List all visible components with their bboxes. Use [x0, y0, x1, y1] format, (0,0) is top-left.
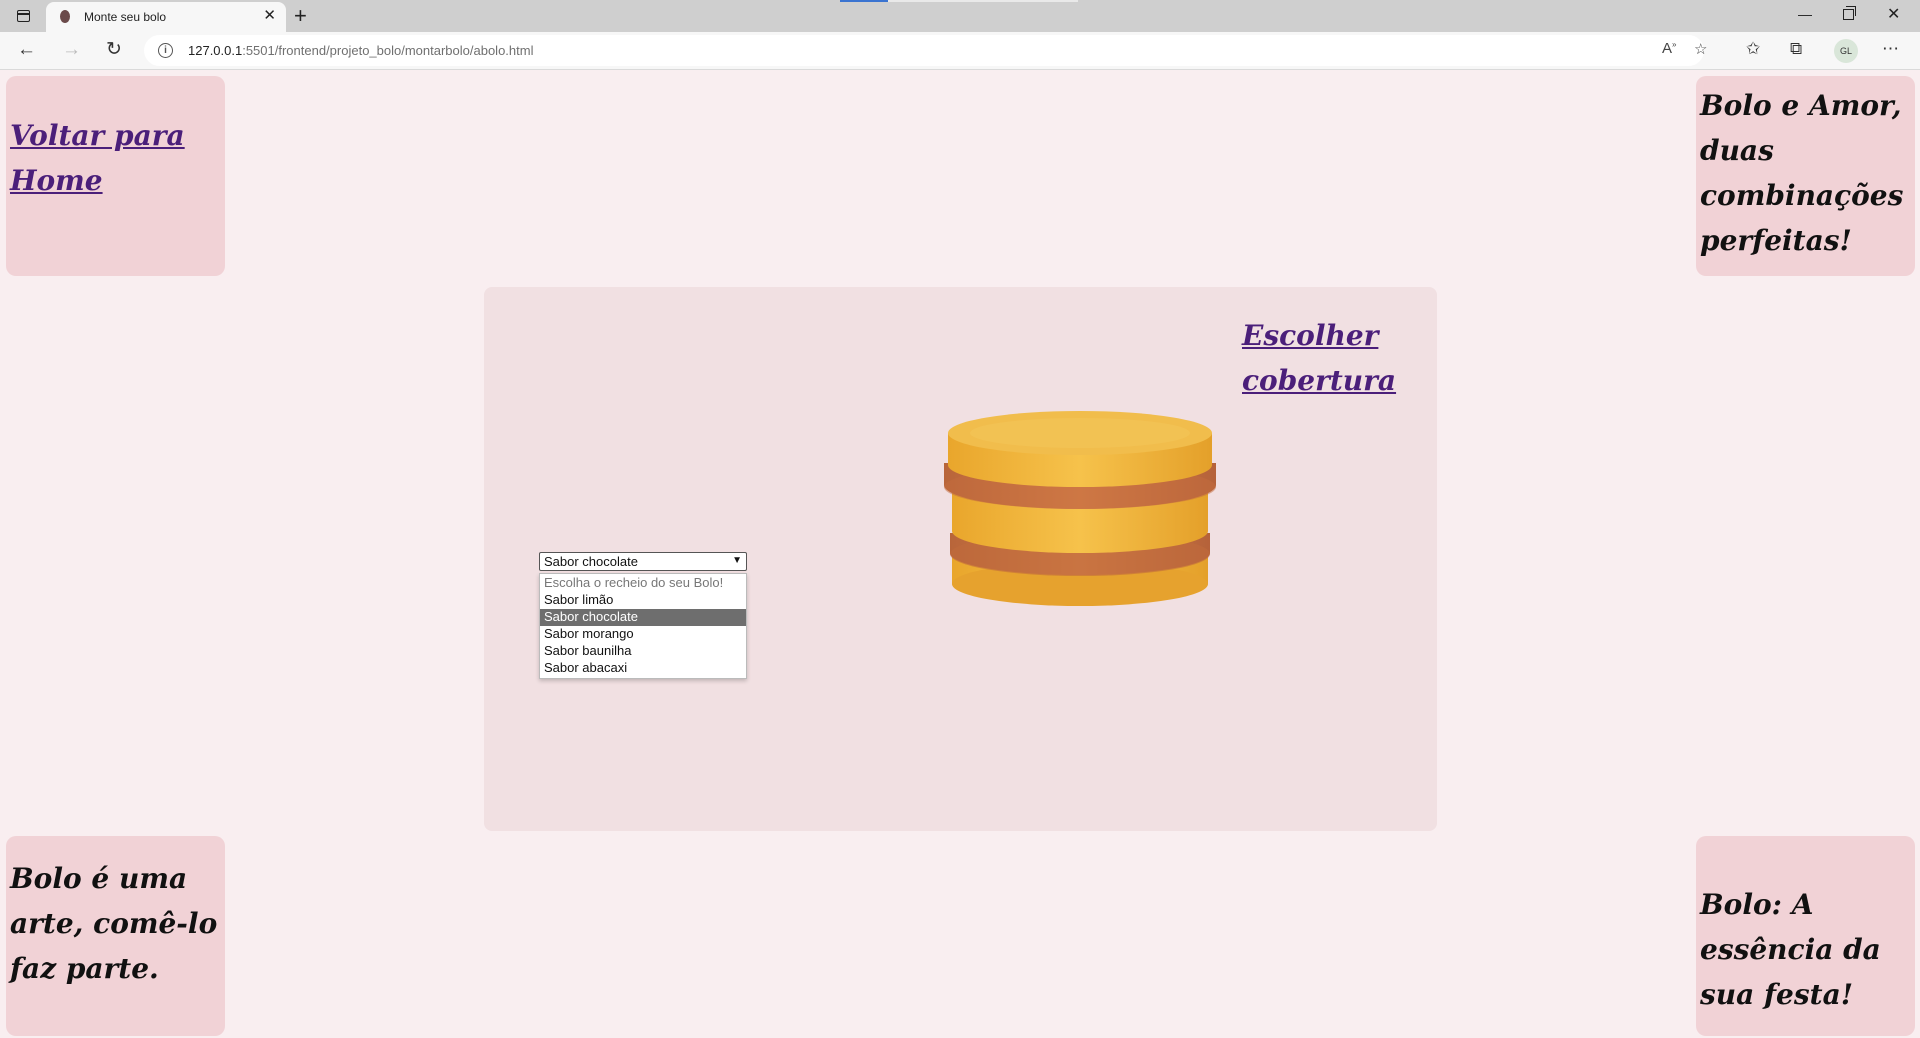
tab-actions-icon[interactable] — [12, 7, 34, 25]
filling-select[interactable]: Sabor chocolate ▼ — [539, 552, 747, 571]
home-link[interactable]: Voltar para Home — [10, 119, 185, 197]
url-text[interactable]: 127.0.0.1:5501/frontend/projeto_bolo/mon… — [188, 43, 533, 58]
filling-option[interactable]: Sabor baunilha — [540, 643, 746, 660]
quote-text: Bolo: A essência da sua festa! — [1700, 888, 1881, 1011]
window-close-icon[interactable]: ✕ — [1887, 4, 1900, 24]
minimize-icon[interactable]: — — [1798, 6, 1812, 22]
profile-avatar[interactable]: GL — [1834, 39, 1858, 63]
quote-text: Bolo e Amor, duas combinações perfeitas! — [1700, 89, 1904, 257]
browser-tab-strip: Monte seu bolo ✕ + — ✕ — [0, 0, 1920, 32]
filling-option[interactable]: Sabor chocolate — [540, 609, 746, 626]
reload-icon[interactable]: ↻ — [106, 38, 122, 62]
choose-topping-link[interactable]: Escolher cobertura — [1242, 313, 1396, 403]
forward-icon[interactable]: → — [62, 38, 81, 62]
page-viewport: Voltar para Home Bolo e Amor, duas combi… — [0, 71, 1920, 1038]
tab-title: Monte seu bolo — [84, 10, 167, 24]
quote-card-bottom-right: Bolo: A essência da sua festa! — [1696, 836, 1915, 1036]
new-tab-icon[interactable]: + — [294, 3, 307, 29]
address-bar[interactable]: i 127.0.0.1:5501/frontend/projeto_bolo/m… — [144, 35, 1707, 66]
read-aloud-icon[interactable]: A» — [1662, 40, 1676, 57]
chevron-down-icon: ▼ — [732, 555, 742, 566]
url-host: 127.0.0.1 — [188, 43, 243, 58]
favorites-icon[interactable]: ✩ — [1746, 39, 1760, 59]
cake-3d-preview[interactable] — [930, 403, 1230, 623]
filling-select-value: Sabor chocolate — [544, 554, 638, 569]
loading-track — [888, 0, 1078, 2]
home-card: Voltar para Home — [6, 76, 225, 276]
filling-option[interactable]: Escolha o recheio do seu Bolo! — [540, 575, 746, 592]
quote-text: Bolo é uma arte, comê-lo faz parte. — [10, 862, 218, 985]
restore-icon[interactable] — [1843, 6, 1856, 20]
close-tab-icon[interactable]: ✕ — [263, 7, 276, 25]
url-path: :5501/frontend/projeto_bolo/montarbolo/a… — [242, 43, 534, 58]
filling-option[interactable]: Sabor abacaxi — [540, 660, 746, 677]
more-options-icon[interactable]: ⋯ — [1882, 39, 1899, 59]
filling-options-list: Escolha o recheio do seu Bolo! Sabor lim… — [539, 573, 747, 679]
favicon-icon — [60, 10, 70, 23]
quote-card-top-right: Bolo e Amor, duas combinações perfeitas! — [1696, 76, 1915, 276]
filling-option[interactable]: Sabor morango — [540, 626, 746, 643]
loading-indicator — [840, 0, 888, 2]
filling-option[interactable]: Sabor limão — [540, 592, 746, 609]
browser-tab[interactable]: Monte seu bolo ✕ — [46, 2, 286, 32]
quote-card-bottom-left: Bolo é uma arte, comê-lo faz parte. — [6, 836, 225, 1036]
add-favorite-icon[interactable]: ☆ — [1694, 40, 1707, 58]
back-icon[interactable]: ← — [17, 38, 36, 62]
browser-toolbar: ← → ↻ i 127.0.0.1:5501/frontend/projeto_… — [0, 32, 1920, 70]
cake-builder-panel: Escolher cobertura Sabor chocolate ▼ Esc… — [484, 287, 1437, 831]
info-icon[interactable]: i — [158, 43, 173, 58]
collections-icon[interactable]: ⧉ — [1790, 39, 1802, 59]
